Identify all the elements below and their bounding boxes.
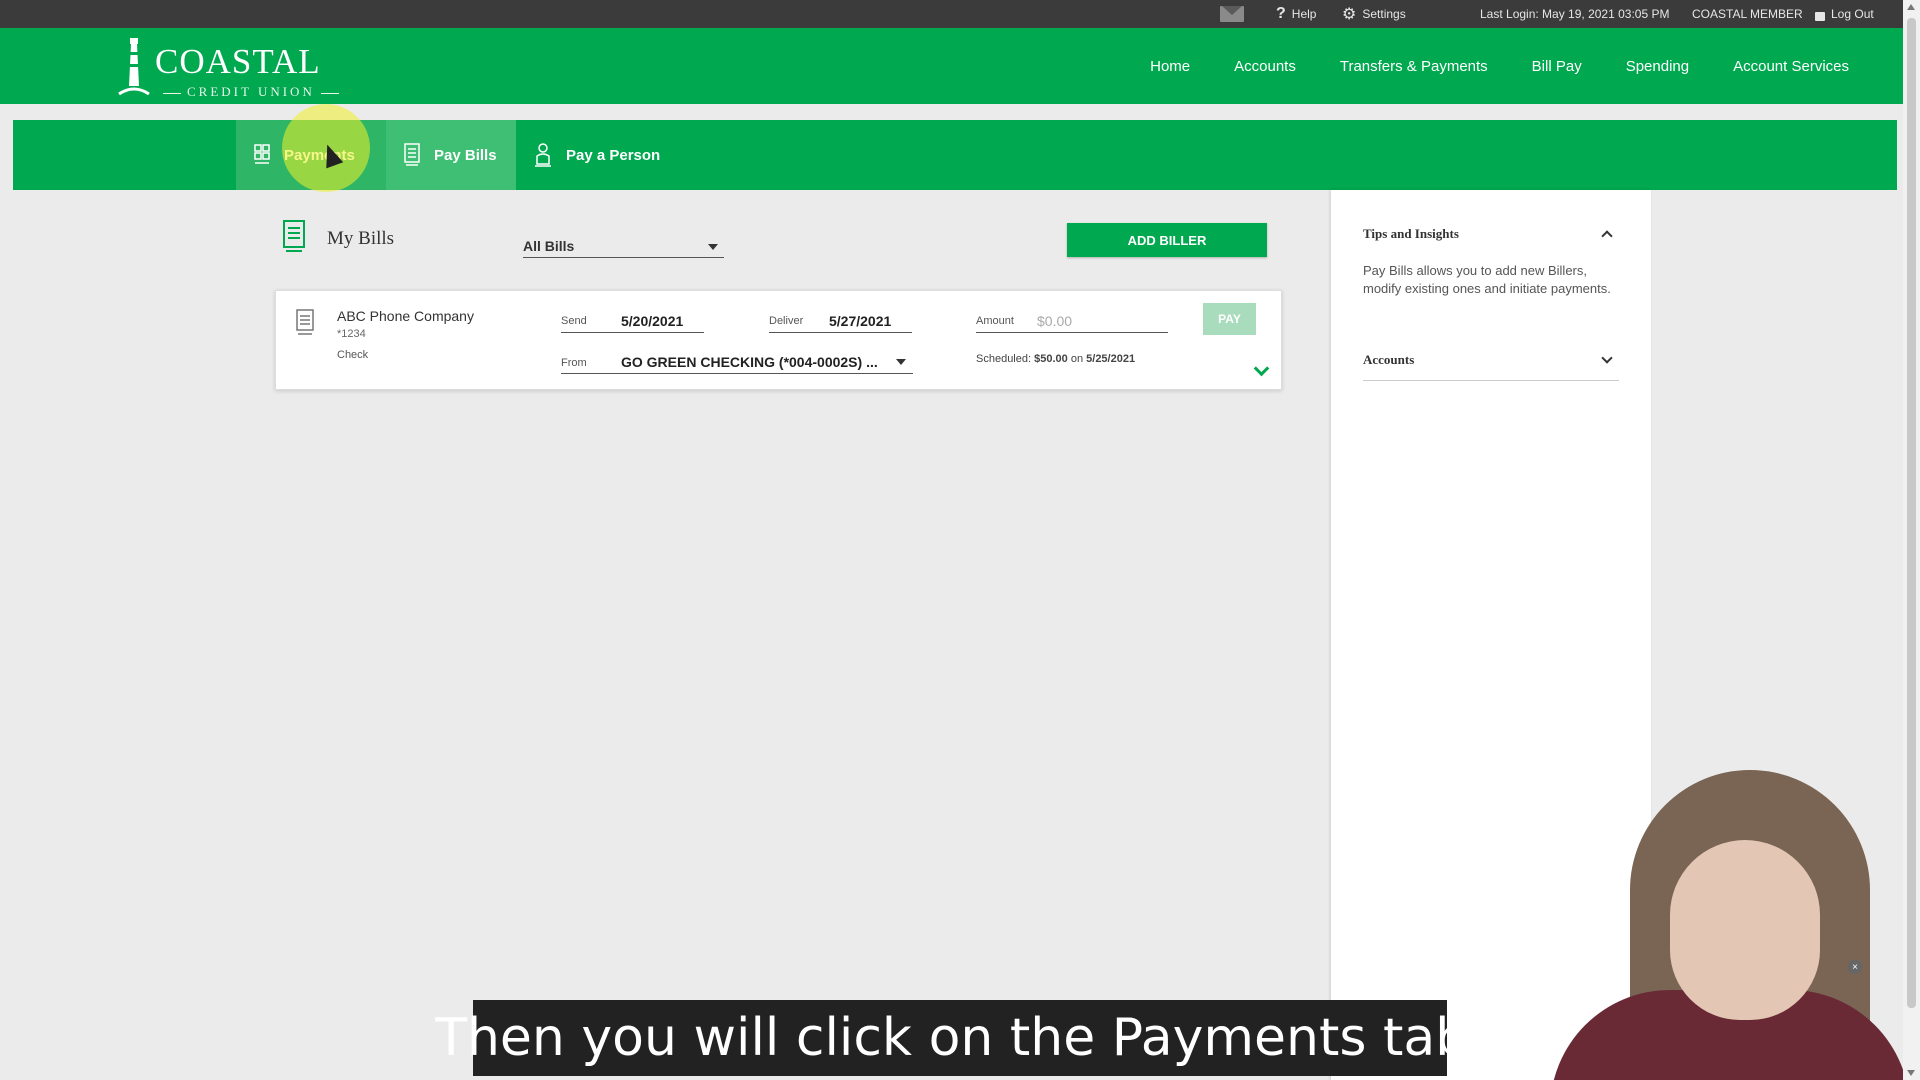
my-bills-title: My Bills [327,228,395,249]
tab-pay-bills[interactable]: Pay Bills [386,120,516,190]
bills-filter-dropdown[interactable]: All Bills [523,234,724,258]
scheduled-label: Scheduled: [976,353,1032,365]
member-name: COASTAL MEMBER [1692,7,1803,21]
expand-chevron-icon[interactable] [1253,360,1270,377]
presenter-video [1490,770,1903,1080]
nav-account-services[interactable]: Account Services [1711,58,1871,75]
amount-underline [976,332,1168,333]
chevron-down-icon[interactable] [1601,352,1613,364]
grid-icon [254,144,270,164]
scroll-up-icon[interactable] [1907,4,1915,10]
gear-icon: ⚙ [1342,6,1357,23]
send-date-input[interactable]: 5/20/2021 [621,313,683,329]
scheduled-amount: $50.00 [1034,353,1068,365]
send-label: Send [561,315,587,327]
amount-input[interactable]: $0.00 [1037,313,1072,329]
payment-method: Check [337,349,369,361]
nav-transfers-payments[interactable]: Transfers & Payments [1318,58,1510,75]
from-label: From [561,357,587,369]
site-header: COASTAL CREDIT UNION Home Accounts Trans… [0,28,1903,104]
video-caption: Then you will click on the Payments tab. [435,1000,1485,1076]
nav-accounts[interactable]: Accounts [1212,58,1318,75]
bills-filter-value: All Bills [523,238,575,254]
amount-label: Amount [976,315,1014,327]
add-biller-button[interactable]: ADD BILLER [1067,223,1267,257]
from-account-select[interactable]: GO GREEN CHECKING (*004-0002S) ... [621,354,878,370]
bill-card: ABC Phone Company *1234 Check Send 5/20/… [275,290,1282,390]
logo-wordmark: COASTAL [155,42,321,81]
from-underline [561,373,913,374]
last-login: Last Login: May 19, 2021 03:05 PM [1480,7,1670,21]
scheduled-payment: Scheduled: $50.00 on 5/25/2021 [976,353,1135,365]
logout-label: Log Out [1831,7,1874,21]
chevron-up-icon[interactable] [1601,230,1613,242]
settings-label: Settings [1362,7,1406,21]
scroll-down-icon[interactable] [1907,1070,1915,1076]
help-label: Help [1291,7,1317,21]
payee-name[interactable]: ABC Phone Company [337,308,474,324]
accounts-section-title[interactable]: Accounts [1363,352,1414,368]
tab-pay-person-label: Pay a Person [566,146,661,164]
payee-account: *1234 [337,328,366,340]
nav-home[interactable]: Home [1128,58,1212,75]
settings-link[interactable]: ⚙ Settings [1342,0,1406,28]
send-date-underline [561,332,704,333]
section-divider [1363,380,1619,381]
bill-icon [404,143,420,166]
logout-link[interactable]: Log Out [1815,0,1874,28]
tips-text: Pay Bills allows you to add new Billers,… [1363,263,1611,296]
tab-pay-bills-label: Pay Bills [434,146,497,164]
close-icon[interactable]: × [1848,960,1862,974]
my-bills-icon [283,220,305,252]
deliver-date-input[interactable]: 5/27/2021 [829,313,891,329]
mail-icon [1220,6,1244,22]
tips-title[interactable]: Tips and Insights [1363,226,1459,242]
deliver-label: Deliver [769,315,804,327]
nav-spending[interactable]: Spending [1604,58,1711,75]
nav-bill-pay[interactable]: Bill Pay [1510,58,1604,75]
scroll-thumb[interactable] [1907,18,1916,1008]
utility-bar: ? Help ⚙ Settings Last Login: May 19, 20… [0,0,1903,28]
deliver-date-underline [769,332,912,333]
logo-subtitle: CREDIT UNION [157,84,345,100]
tab-payments[interactable]: Payments [236,120,386,190]
caret-down-icon [708,244,718,250]
main-nav: Home Accounts Transfers & Payments Bill … [1128,28,1871,104]
pay-button[interactable]: PAY [1203,303,1256,335]
help-link[interactable]: ? Help [1276,0,1316,28]
page-scrollbar[interactable] [1903,0,1920,1080]
presenter-face [1670,840,1820,1020]
scheduled-date: 5/25/2021 [1086,353,1136,365]
lighthouse-icon [118,38,150,96]
messages-link[interactable] [1220,0,1244,28]
coastal-logo[interactable]: COASTAL CREDIT UNION [117,36,332,99]
question-icon: ? [1276,5,1286,22]
bill-pay-subnav: Payments Pay Bills Pay a Person [13,120,1897,190]
bill-icon [296,309,314,335]
caret-down-icon [896,359,906,365]
lock-icon [1815,11,1825,21]
tab-pay-person[interactable]: Pay a Person [516,120,686,190]
scheduled-on: on [1070,353,1084,365]
person-icon [535,143,551,167]
